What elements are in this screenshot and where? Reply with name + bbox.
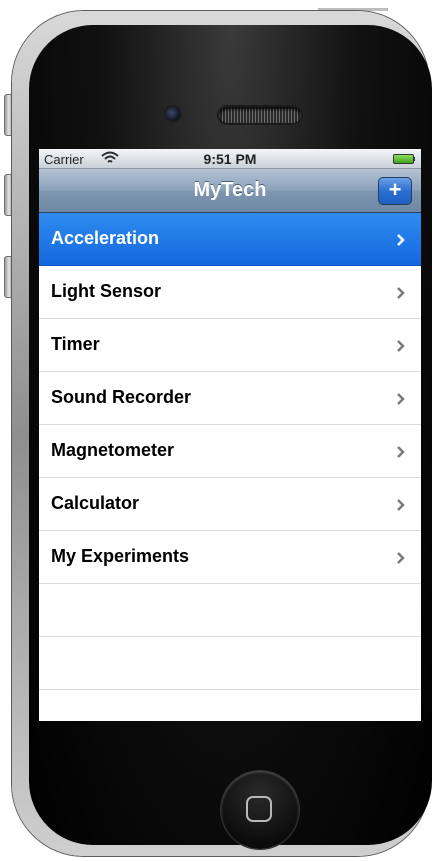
menu-row-label: Magnetometer	[51, 440, 175, 460]
battery-tip	[413, 157, 415, 161]
menu-row-magnetometer[interactable]: Magnetometer	[39, 425, 421, 478]
menu-row-label: Light Sensor	[51, 281, 162, 301]
chevron-right-icon	[397, 552, 405, 564]
menu-row-acceleration[interactable]: Acceleration	[39, 213, 421, 266]
menu-table: Acceleration Light Sensor Timer Sound Recor…	[39, 213, 421, 721]
chevron-right-icon	[397, 287, 405, 299]
home-button[interactable]	[221, 771, 299, 849]
add-button[interactable]: +	[378, 177, 412, 205]
menu-row-light-sensor[interactable]: Light Sensor	[39, 266, 421, 319]
menu-row-label: My Experiments	[51, 546, 190, 566]
home-square-icon	[246, 796, 272, 822]
empty-table-row	[39, 584, 421, 637]
chevron-right-icon	[397, 499, 405, 511]
phone-screen: Carrier 9:51 PM MyTech + Acceleration Lig…	[39, 149, 421, 721]
menu-row-label: Timer	[51, 334, 100, 354]
status-time: 9:51 PM	[203, 151, 257, 167]
empty-table-row	[39, 690, 421, 721]
earpiece-speaker	[219, 107, 301, 123]
battery-icon	[393, 154, 414, 164]
empty-table-row	[39, 637, 421, 690]
front-camera-icon	[166, 107, 180, 121]
chevron-right-icon	[397, 393, 405, 405]
menu-row-my-experiments[interactable]: My Experiments	[39, 531, 421, 584]
menu-row-label: Calculator	[51, 493, 140, 513]
chevron-right-icon	[397, 234, 405, 246]
chevron-right-icon	[397, 446, 405, 458]
status-bar: Carrier 9:51 PM	[39, 149, 421, 169]
nav-title: MyTech	[193, 179, 267, 201]
chevron-right-icon	[397, 340, 405, 352]
menu-row-label: Sound Recorder	[51, 387, 192, 407]
menu-row-timer[interactable]: Timer	[39, 319, 421, 372]
menu-row-sound-recorder[interactable]: Sound Recorder	[39, 372, 421, 425]
menu-row-calculator[interactable]: Calculator	[39, 478, 421, 531]
menu-row-label: Acceleration	[51, 228, 160, 248]
navigation-bar: MyTech +	[39, 169, 421, 213]
